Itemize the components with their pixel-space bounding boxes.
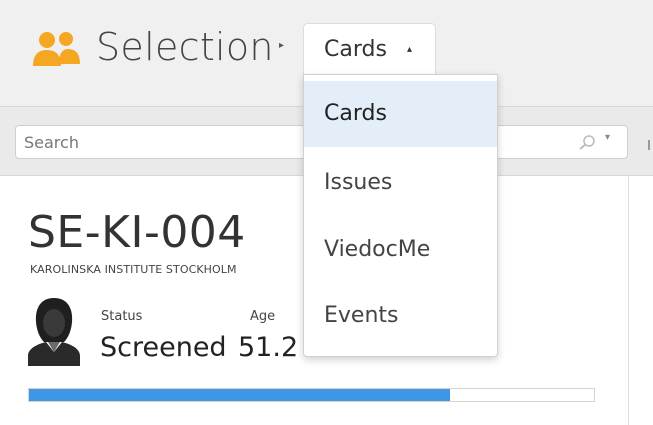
- breadcrumb-separator: ▸: [279, 40, 285, 51]
- site-name: KAROLINSKA INSTITUTE STOCKHOLM: [30, 263, 237, 276]
- page: Selection ▸ Cards ▴ ▾ SE-KI-004 KAROLINS…: [0, 0, 653, 425]
- menu-item-events[interactable]: Events: [304, 283, 497, 349]
- progress-bar: [28, 388, 595, 402]
- subject-id[interactable]: SE-KI-004: [28, 206, 246, 260]
- status-value: Screened: [100, 332, 227, 363]
- view-dropdown[interactable]: Cards ▴: [303, 23, 436, 74]
- toolbar-edge: [648, 140, 650, 150]
- caret-up-icon: ▴: [407, 44, 413, 55]
- users-icon: [33, 32, 80, 66]
- age-label: Age: [250, 309, 276, 324]
- search-options-caret-icon[interactable]: ▾: [605, 132, 610, 143]
- panel-divider: [628, 176, 629, 425]
- view-dropdown-label: Cards: [324, 37, 387, 62]
- menu-item-viedocme[interactable]: ViedocMe: [304, 217, 497, 283]
- page-title: Selection: [96, 25, 274, 69]
- menu-item-cards[interactable]: Cards: [304, 81, 497, 147]
- view-dropdown-menu: Cards Issues ViedocMe Events: [303, 74, 498, 357]
- age-value: 51.2: [238, 332, 299, 363]
- avatar-female-icon: [28, 298, 80, 366]
- status-label: Status: [101, 309, 143, 324]
- progress-fill: [29, 389, 450, 401]
- menu-item-issues[interactable]: Issues: [304, 150, 497, 216]
- search-icon[interactable]: [577, 135, 597, 151]
